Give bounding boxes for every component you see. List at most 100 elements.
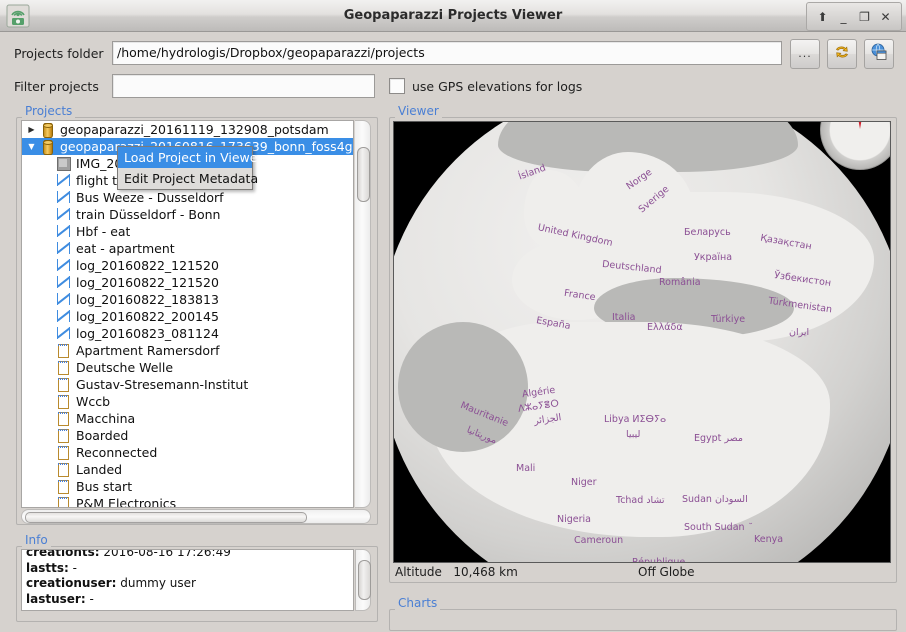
tree-row[interactable]: log_20160822_183813 [22,291,353,308]
tree-row-label: Boarded [76,428,129,443]
tree-row[interactable]: log_20160822_121520 [22,274,353,291]
info-key: creationts: [26,549,100,559]
tree-row-label: Landed [76,462,123,477]
log-icon [55,241,71,256]
note-icon [55,445,71,460]
note-icon [55,479,71,494]
tree-row[interactable]: Gustav-Stresemann-Institut [22,376,353,393]
note-icon [55,428,71,443]
tree-row[interactable]: Macchina [22,410,353,427]
map-label: Kenya [754,534,784,545]
tree-row[interactable]: Reconnected [22,444,353,461]
tree-row-label: Hbf - eat [76,224,131,239]
info-panel[interactable]: creationts: 2016-08-16 17:26:49 lastts: -… [21,549,354,611]
projects-tree-vscroll-thumb[interactable] [357,147,370,202]
info-content: creationts: 2016-08-16 17:26:49 lastts: -… [22,549,353,608]
note-icon [55,343,71,358]
tree-row-label: train Düsseldorf - Bonn [76,207,221,222]
tree-row[interactable]: eat - apartment [22,240,353,257]
image-icon [55,156,71,171]
tree-row[interactable]: Apartment Ramersdorf [22,342,353,359]
viewer-status-bar: Altitude 10,468 km Off Globe [393,565,891,581]
globe-viewer[interactable]: Ísland Norge Sverige Беларусь United Kingdom… [393,121,891,563]
tree-row-label: eat - apartment [76,241,175,256]
refresh-icon [833,43,851,65]
map-label: République [632,557,686,563]
tree-row-label: log_20160822_121520 [76,258,219,273]
map-label: Cameroun [574,535,624,546]
tree-row[interactable]: train Düsseldorf - Bonn [22,206,353,223]
projects-group-title: Projects [22,104,76,118]
close-button[interactable]: ✕ [876,7,895,26]
tree-row-label: Deutsche Welle [76,360,174,375]
info-key: lastts: [26,560,69,575]
projects-folder-input[interactable]: /home/hydrologis/Dropbox/geopaparazzi/pr… [112,41,782,65]
project-context-menu[interactable]: Load Project in Viewer Edit Project Metad… [117,146,263,190]
projects-tree-hscrollbar[interactable] [21,509,371,524]
tree-row[interactable]: Wccb [22,393,353,410]
tree-row[interactable]: ▶ geopaparazzi_20161119_132908_potsdam [22,121,353,138]
window-controls: ⬆ _ ❐ ✕ [806,2,902,31]
tree-row[interactable]: Deutsche Welle [22,359,353,376]
database-icon [39,139,55,155]
note-icon [55,360,71,375]
note-icon [55,496,71,507]
context-menu-item[interactable]: Load Project in Viewer [118,147,263,168]
tree-row-label: log_20160822_121520 [76,275,219,290]
tree-row-label: P&M Electronics [76,496,177,508]
maximize-button[interactable]: ❐ [855,7,874,26]
tree-row[interactable]: log_20160822_200145 [22,308,353,325]
projects-tree-vscrollbar[interactable] [355,120,371,508]
info-value: - [85,591,94,606]
tree-row[interactable]: Bus Weeze - Dusseldorf [22,189,353,206]
tree-row[interactable]: log_20160822_121520 [22,257,353,274]
info-line: creationuser: dummy user [22,576,353,592]
database-icon [39,122,55,138]
gps-elevations-checkbox-row[interactable]: use GPS elevations for logs [389,78,582,94]
refresh-button[interactable] [827,39,857,69]
chevron-right-icon[interactable]: ▶ [24,121,39,138]
tree-row[interactable]: Bus start [22,478,353,495]
context-menu-item[interactable]: Edit Project Metadata [118,168,258,189]
charts-group [389,609,897,631]
info-line: lastts: - [22,561,353,577]
filter-projects-input[interactable] [112,74,375,98]
open-webview-button[interactable] [864,39,894,69]
tree-row-label: geopaparazzi_20161119_132908_potsdam [60,122,329,137]
chevron-down-icon[interactable]: ▼ [24,138,39,155]
gps-elevations-label: use GPS elevations for logs [412,78,583,94]
tree-row[interactable]: P&M Electronics [22,495,353,508]
filter-projects-label: Filter projects [14,79,99,94]
info-line: lastuser: - [22,592,353,608]
viewer-group-title: Viewer [395,104,442,118]
info-key: creationuser: [26,576,117,590]
projects-tree-hscroll-thumb[interactable] [25,512,307,523]
tree-row-label: Reconnected [76,445,158,460]
window-title: Geopaparazzi Projects Viewer [343,8,563,23]
info-value: dummy user [116,576,196,590]
log-icon [55,326,71,341]
gps-elevations-checkbox[interactable] [389,78,405,94]
info-vscroll-thumb[interactable] [358,560,371,600]
application-window: Geopaparazzi Projects Viewer ⬆ _ ❐ ✕ Pro… [0,0,906,632]
tree-row-label: Apartment Ramersdorf [76,343,220,358]
log-icon [55,275,71,290]
tree-row[interactable]: log_20160823_081124 [22,325,353,342]
globe-sphere: Ísland Norge Sverige Беларусь United Kingdom… [394,122,890,563]
tree-row[interactable]: Hbf - eat [22,223,353,240]
info-vscrollbar[interactable] [355,549,371,611]
tree-row[interactable]: Boarded [22,427,353,444]
tree-row[interactable]: Landed [22,461,353,478]
altitude-label: Altitude [395,565,442,579]
tree-row-label: Bus Weeze - Dusseldorf [76,190,224,205]
note-icon [55,411,71,426]
log-icon [55,309,71,324]
minimize-button[interactable]: _ [834,7,853,26]
shade-button[interactable]: ⬆ [813,7,832,26]
info-line: creationts: 2016-08-16 17:26:49 [22,549,353,561]
compass-needle [854,122,866,129]
tree-row-label: log_20160823_081124 [76,326,219,341]
note-icon [55,462,71,477]
ocean-atlantic-shade [398,322,528,452]
browse-folder-button[interactable]: ... [790,39,820,69]
